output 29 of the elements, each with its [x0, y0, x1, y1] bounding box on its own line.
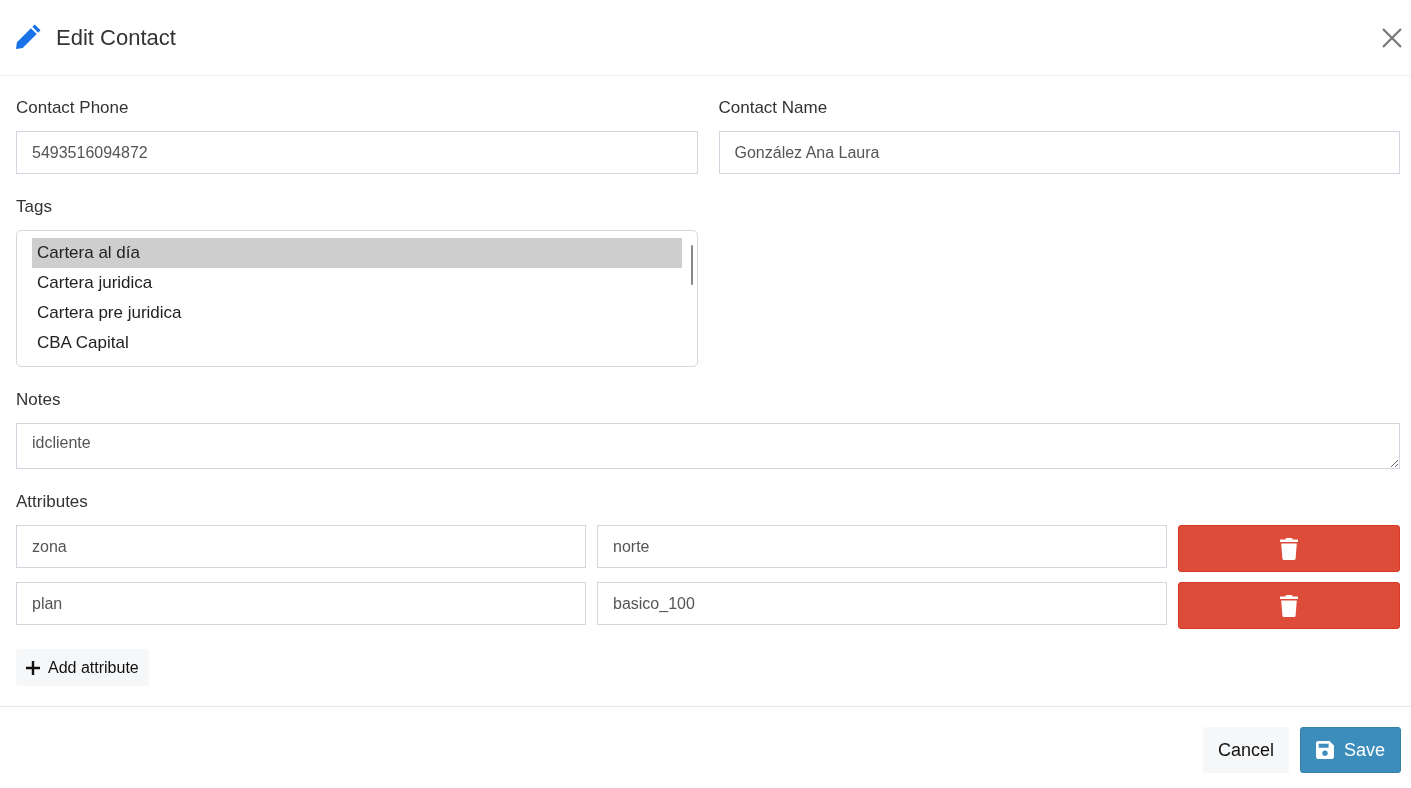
notes-field[interactable]: idcliente: [16, 423, 1400, 469]
plus-icon: [26, 660, 40, 675]
trash-icon: [1280, 537, 1298, 560]
field-label: Tags: [16, 196, 52, 218]
attribute-key-field[interactable]: zona: [16, 525, 586, 568]
cancel-button[interactable]: Cancel: [1202, 727, 1289, 773]
attribute-key-field[interactable]: plan: [16, 582, 586, 625]
delete-button[interactable]: [1178, 582, 1400, 629]
pencil-icon: [15, 22, 42, 50]
tag-option[interactable]: Cartera pre juridica: [32, 298, 682, 328]
field-label: Contact Name: [718, 97, 828, 119]
delete-button[interactable]: [1178, 525, 1400, 572]
save-button[interactable]: Save: [1299, 727, 1401, 773]
attribute-value-field[interactable]: basico_100: [597, 582, 1167, 625]
scrollbar[interactable]: [690, 245, 693, 285]
text-field[interactable]: 5493516094872: [16, 131, 698, 174]
attribute-value-field[interactable]: norte: [597, 525, 1167, 568]
tag-option[interactable]: CBA Capital: [32, 328, 682, 358]
text-field[interactable]: González Ana Laura: [718, 131, 1400, 174]
trash-icon: [1280, 594, 1298, 617]
add-attribute-button[interactable]: Add attribute: [16, 649, 149, 686]
close-icon[interactable]: [1381, 26, 1403, 49]
field-label: Notes: [16, 389, 61, 411]
tags-listbox[interactable]: Cartera al día Cartera juridica Cartera pre juridica CBA Capital: [16, 230, 698, 367]
dialog-title: Edit Contact: [56, 24, 176, 51]
tag-option[interactable]: Cartera juridica: [32, 268, 682, 298]
tag-option[interactable]: Cartera al día: [32, 238, 682, 268]
field-label: Attributes: [16, 491, 88, 513]
field-label: Contact Phone: [16, 97, 129, 119]
